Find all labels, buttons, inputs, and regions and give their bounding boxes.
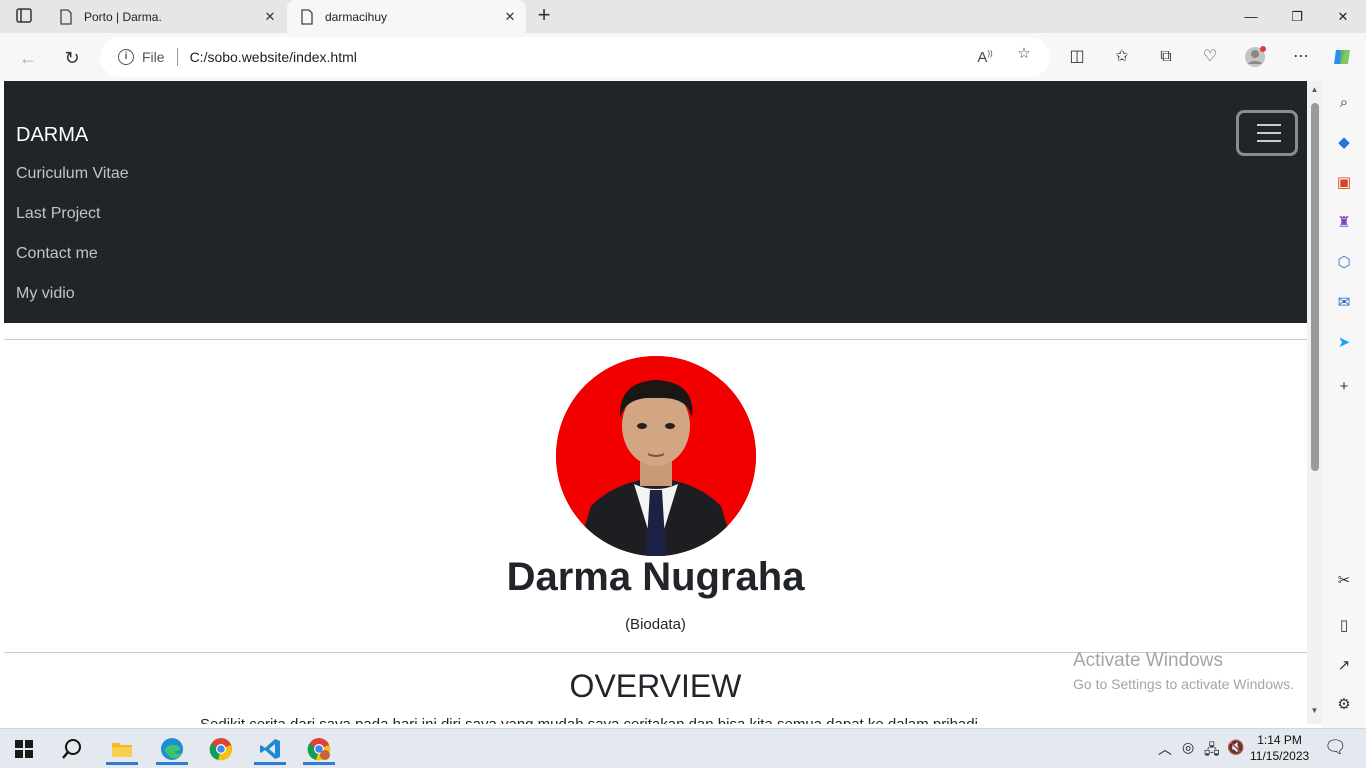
browser-toolbar: ← ↻ i File C:/sobo.website/index.html A)… xyxy=(0,33,1366,81)
shopping-tag-icon[interactable]: ◆ xyxy=(1334,133,1354,153)
tab-actions-icon[interactable] xyxy=(12,6,36,26)
outlook-icon[interactable]: ✉ xyxy=(1334,293,1354,313)
profile-photo xyxy=(556,356,756,556)
browser-essentials-icon[interactable]: ♡ xyxy=(1199,46,1221,68)
tab-title: Porto | Darma. xyxy=(84,9,162,24)
search-icon[interactable]: ⌕ xyxy=(1334,93,1354,113)
sidebar-toggle-icon[interactable]: ▯ xyxy=(1334,616,1354,636)
network-icon[interactable]: 🖧 xyxy=(1204,739,1220,763)
navbar-toggler-button[interactable] xyxy=(1236,110,1298,156)
scroll-down-icon[interactable]: ▼ xyxy=(1309,706,1320,716)
games-icon[interactable]: ♜ xyxy=(1334,213,1354,233)
chrome-icon[interactable] xyxy=(203,733,239,765)
edge-browser-icon[interactable] xyxy=(154,733,190,765)
tab-darmacihuy[interactable]: darmacihuy ✕ xyxy=(287,0,526,33)
window-close-button[interactable]: ✕ xyxy=(1320,0,1366,33)
tab-title: darmacihuy xyxy=(325,9,388,24)
overview-text: Sedikit cerita dari saya pada hari ini d… xyxy=(200,716,982,724)
vscode-icon[interactable] xyxy=(252,733,288,765)
restore-button[interactable]: ❐ xyxy=(1274,0,1320,33)
new-tab-button[interactable]: + xyxy=(532,4,556,28)
camera-icon[interactable]: ◎ xyxy=(1182,739,1194,756)
close-icon[interactable]: ✕ xyxy=(500,9,520,25)
add-sidebar-app-icon[interactable]: + xyxy=(1334,377,1354,397)
navbar-brand[interactable]: DARMA xyxy=(16,124,88,147)
divider xyxy=(4,339,1307,340)
volume-muted-icon[interactable]: 🔇 xyxy=(1227,739,1244,756)
system-clock[interactable]: 1:14 PM 11/15/2023 xyxy=(1250,732,1309,764)
hamburger-line xyxy=(1257,140,1281,142)
page-scrollbar[interactable]: ▲ ▼ xyxy=(1307,81,1322,724)
windows-taskbar: ︿ ◎ 🖧 🔇 1:14 PM 11/15/2023 🗨 xyxy=(0,728,1366,768)
microsoft-365-icon[interactable]: ⬡ xyxy=(1334,253,1354,273)
hamburger-line xyxy=(1257,132,1281,134)
divider xyxy=(176,48,178,66)
open-external-icon[interactable]: ↗ xyxy=(1334,656,1354,676)
active-indicator xyxy=(254,762,286,765)
nav-link-video[interactable]: My vidio xyxy=(16,285,75,303)
search-icon[interactable] xyxy=(54,733,90,765)
scheme-label: File xyxy=(142,49,165,65)
clock-time: 1:14 PM xyxy=(1257,733,1302,747)
active-indicator xyxy=(156,762,188,765)
split-screen-icon[interactable]: ◫ xyxy=(1066,46,1088,68)
file-explorer-icon[interactable] xyxy=(104,733,140,765)
favorites-icon[interactable]: ✩ xyxy=(1111,46,1133,68)
copilot-icon[interactable] xyxy=(1332,46,1354,68)
favorite-star-icon[interactable]: ☆ xyxy=(1015,45,1033,63)
back-button[interactable]: ← xyxy=(15,45,41,71)
clock-date: 11/15/2023 xyxy=(1250,749,1310,763)
more-options-icon[interactable]: ⋯ xyxy=(1290,46,1312,68)
close-icon[interactable]: ✕ xyxy=(260,9,280,25)
active-indicator xyxy=(303,762,335,765)
scroll-up-icon[interactable]: ▲ xyxy=(1309,85,1320,95)
info-icon[interactable]: i xyxy=(118,49,134,65)
page-viewport: DARMA Curiculum Vitae Last Project Conta… xyxy=(4,81,1322,724)
edge-sidebar: ⌕ ◆ ▣ ♜ ⬡ ✉ ➤ + ✂ ▯ ↗ ⚙ xyxy=(1322,81,1366,728)
nav-link-cv[interactable]: Curiculum Vitae xyxy=(16,165,129,183)
active-indicator xyxy=(106,762,138,765)
collections-icon[interactable]: ⧉ xyxy=(1155,46,1177,68)
settings-gear-icon[interactable]: ⚙ xyxy=(1334,695,1354,715)
screenshot-icon[interactable]: ✂ xyxy=(1334,571,1354,591)
hamburger-line xyxy=(1257,124,1281,126)
address-bar[interactable]: i File C:/sobo.website/index.html xyxy=(100,37,1050,77)
nav-link-last-project[interactable]: Last Project xyxy=(16,205,100,223)
tab-strip: Porto | Darma. ✕ darmacihuy ✕ + — ❐ ✕ xyxy=(0,0,1366,33)
url-text[interactable]: C:/sobo.website/index.html xyxy=(190,49,357,65)
profile-name: Darma Nugraha xyxy=(506,555,805,599)
page-icon xyxy=(58,8,74,25)
nav-link-contact[interactable]: Contact me xyxy=(16,245,98,263)
drop-send-icon[interactable]: ➤ xyxy=(1334,333,1354,353)
profile-icon[interactable] xyxy=(1244,46,1266,68)
tab-porto[interactable]: Porto | Darma. ✕ xyxy=(46,0,286,33)
watermark-subtitle: Go to Settings to activate Windows. xyxy=(1073,676,1294,692)
watermark-title: Activate Windows xyxy=(1073,650,1223,671)
windows-start-icon[interactable] xyxy=(6,733,42,765)
scrollbar-thumb[interactable] xyxy=(1311,103,1319,471)
show-hidden-icons-chevron-icon[interactable]: ︿ xyxy=(1158,739,1172,759)
chrome-profile-icon[interactable] xyxy=(301,733,337,765)
profile-subtitle: (Biodata) xyxy=(625,616,686,633)
minimize-button[interactable]: — xyxy=(1228,0,1274,33)
notifications-icon[interactable]: 🗨 xyxy=(1324,737,1347,758)
activate-windows-watermark: Activate Windows Go to Settings to activ… xyxy=(1073,650,1294,692)
refresh-button[interactable]: ↻ xyxy=(59,45,85,71)
tools-briefcase-icon[interactable]: ▣ xyxy=(1334,173,1354,193)
page-icon xyxy=(299,8,315,25)
read-aloud-icon[interactable]: A)) xyxy=(976,45,994,66)
site-navbar: DARMA Curiculum Vitae Last Project Conta… xyxy=(4,81,1307,323)
